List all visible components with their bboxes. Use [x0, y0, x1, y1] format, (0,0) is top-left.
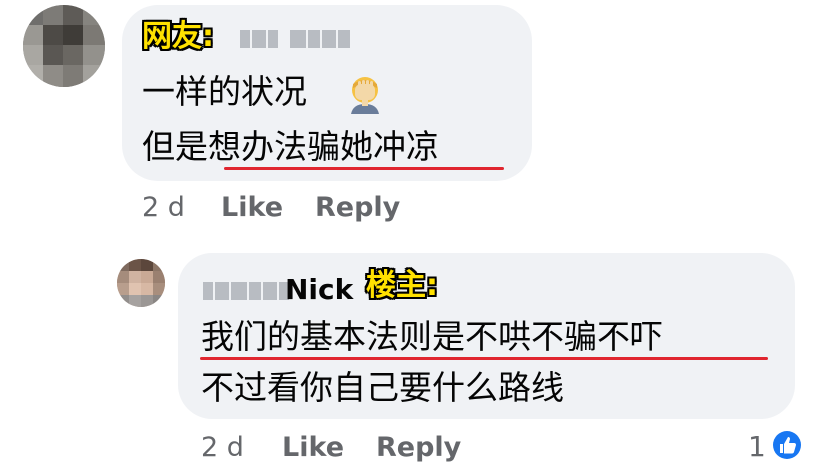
- thumbs-up-icon[interactable]: [770, 428, 804, 462]
- reply-text-line: 不过看你自己要什么路线: [201, 368, 564, 407]
- reply-author-name[interactable]: Nick: [285, 272, 353, 308]
- reaction-count[interactable]: 1: [748, 429, 766, 465]
- blurred-author-name: [240, 30, 350, 48]
- reply-button[interactable]: Reply: [315, 191, 400, 225]
- reply-text-line: 我们的基本法则是不哄不骗不吓: [201, 317, 663, 356]
- like-button[interactable]: Like: [221, 191, 283, 225]
- comment-text-line: 一样的状况: [142, 72, 307, 111]
- reply-button[interactable]: Reply: [376, 431, 461, 465]
- comment-timestamp[interactable]: 2 d: [142, 191, 185, 225]
- reply-timestamp[interactable]: 2 d: [201, 431, 244, 465]
- op-tag: 楼主:: [366, 268, 438, 303]
- highlight-underline: [224, 167, 504, 170]
- commenter-avatar[interactable]: [23, 5, 105, 87]
- netizen-tag: 网友:: [142, 19, 214, 54]
- like-button[interactable]: Like: [282, 431, 344, 465]
- blurred-author-name: [203, 282, 289, 300]
- face-palm-icon: [351, 77, 379, 114]
- reply-author-avatar[interactable]: [117, 259, 165, 307]
- highlight-underline: [200, 357, 768, 360]
- comment-text-line: 但是想办法骗她冲凉: [142, 127, 439, 166]
